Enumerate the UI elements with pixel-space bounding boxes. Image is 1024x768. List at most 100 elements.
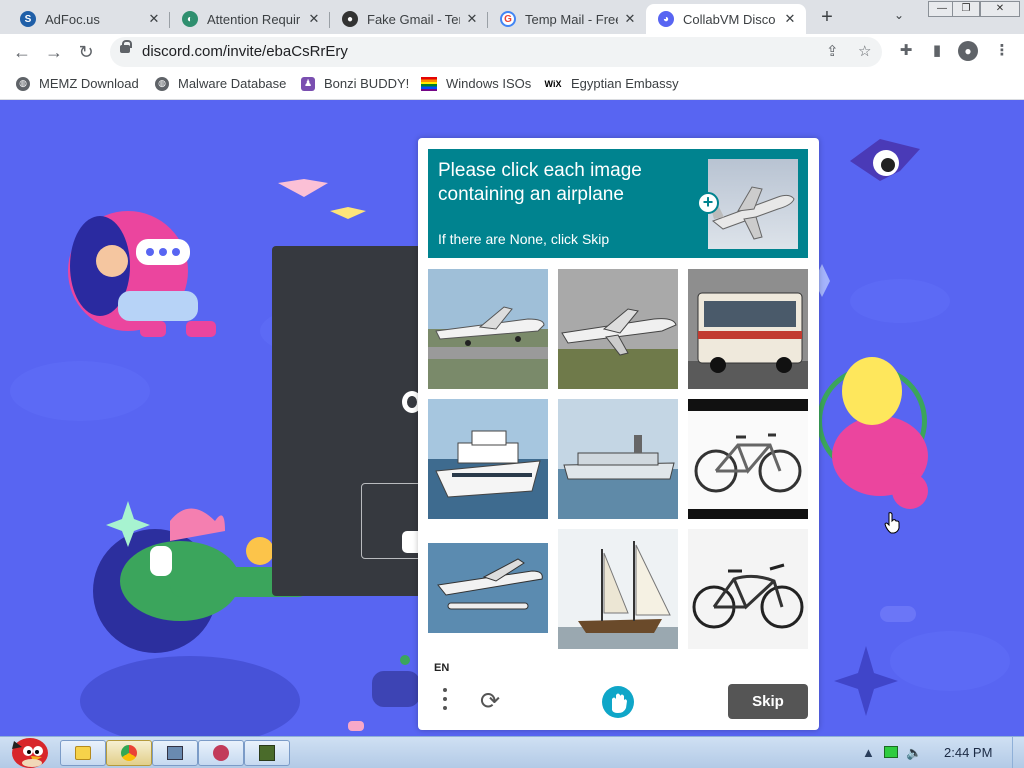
image-tile-bicycle[interactable] <box>688 529 808 649</box>
tab-title: AdFoc.us <box>45 11 100 27</box>
tab-title: Temp Mail - Free <box>525 11 618 27</box>
ferry-photo <box>558 399 678 519</box>
tab-attention[interactable]: ◐ Attention Requir ✕ <box>170 4 330 34</box>
reload-button[interactable]: ↻ <box>74 40 98 64</box>
cloud-shape <box>880 606 916 622</box>
tab-search-button[interactable]: ⌄ <box>894 8 904 22</box>
monitor-icon <box>167 746 183 760</box>
bonzi-icon: ♟ <box>301 76 315 91</box>
yellow-character <box>842 357 902 425</box>
bookmark-egyptian-embassy[interactable]: WiX Egyptian Embassy <box>544 76 679 91</box>
lock-icon <box>120 40 132 53</box>
bookmark-label: Malware Database <box>178 76 287 91</box>
image-tile-airplane[interactable] <box>428 269 548 389</box>
url-text: discord.com/invite/ebaCsRrEry <box>142 43 348 60</box>
more-menu-icon[interactable]: ⋮ <box>992 41 1012 61</box>
image-tile-seaplane[interactable] <box>428 529 548 649</box>
seaplane-photo <box>428 529 548 649</box>
zoom-plus-icon[interactable]: + <box>697 192 719 214</box>
tab-collabvm-discord[interactable]: ◕ CollabVM Disco ✕ <box>646 4 806 34</box>
chat-dot <box>159 248 167 256</box>
headphones-shape <box>150 546 172 576</box>
google-icon: G <box>500 11 516 27</box>
bookmark-windows-isos[interactable]: Windows ISOs <box>421 76 531 91</box>
tab-fake-gmail[interactable]: ● Fake Gmail - Ter ✕ <box>330 4 488 34</box>
back-button[interactable]: ← <box>10 40 34 64</box>
character-legs <box>118 291 198 321</box>
close-icon[interactable]: ✕ <box>464 11 480 27</box>
taskbar-vm-button[interactable] <box>152 740 198 766</box>
tab-strip: S AdFoc.us ✕ ◐ Attention Requir ✕ ● Fake… <box>0 0 1024 34</box>
star-shape <box>834 646 898 716</box>
image-tile-boat[interactable] <box>428 399 548 519</box>
share-icon[interactable]: ⇪ <box>826 42 839 60</box>
bat-pupil <box>881 158 895 172</box>
menu-dots-icon[interactable] <box>440 688 450 714</box>
window-close-button[interactable]: ✕ <box>980 1 1020 17</box>
close-icon[interactable]: ✕ <box>782 11 798 27</box>
yellow-duck-shape <box>246 537 274 565</box>
taskbar-clock[interactable]: 2:44 PM <box>944 745 992 760</box>
skip-button[interactable]: Skip <box>728 684 808 719</box>
maximize-button[interactable]: ❐ <box>952 1 980 17</box>
cloudflare-icon: ◐ <box>182 11 198 27</box>
show-desktop-button[interactable] <box>1012 737 1024 768</box>
side-panel-icon[interactable]: ▮ <box>927 41 947 61</box>
taskbar-app-button[interactable] <box>198 740 244 766</box>
tab-temp-mail[interactable]: G Temp Mail - Free ✕ <box>488 4 646 34</box>
bicycle-photo <box>688 529 808 649</box>
tray-expand-icon[interactable]: ▲ <box>862 745 875 760</box>
adfocus-icon: S <box>20 11 36 27</box>
volume-icon[interactable]: 🔈 <box>906 745 922 761</box>
bookmark-star-icon[interactable]: ☆ <box>858 42 871 60</box>
browser-toolbar: ← → ↻ discord.com/invite/ebaCsRrEry ⇪ ☆ … <box>0 34 1024 70</box>
bookmark-memz[interactable]: ◍ MEMZ Download <box>16 76 139 91</box>
close-icon[interactable]: ✕ <box>306 11 322 27</box>
image-tile-boat[interactable] <box>558 399 678 519</box>
profile-avatar-icon[interactable]: ● <box>958 41 978 61</box>
cloud-shape <box>10 361 150 421</box>
challenge-subtext: If there are None, click Skip <box>438 231 610 247</box>
address-bar[interactable]: discord.com/invite/ebaCsRrEry ⇪ ☆ <box>110 37 882 67</box>
network-icon[interactable] <box>884 746 898 758</box>
bookmark-label: Egyptian Embassy <box>571 76 679 91</box>
close-icon[interactable]: ✕ <box>622 11 638 27</box>
start-button[interactable] <box>4 731 50 768</box>
app-icon <box>213 745 229 761</box>
screen: { "browser": { "tabs": [ {"title": "AdFo… <box>0 0 1024 768</box>
forward-button[interactable]: → <box>42 40 66 64</box>
airplane-sample-illustration <box>710 186 795 240</box>
angry-bird-start-icon <box>12 738 48 768</box>
image-tile-bus[interactable] <box>688 269 808 389</box>
bookmark-malware-db[interactable]: ◍ Malware Database <box>155 76 286 91</box>
tab-adfocus[interactable]: S AdFoc.us ✕ <box>8 4 170 34</box>
windows-taskbar: ▲ 🔈 2:44 PM <box>0 736 1024 768</box>
bookmark-bonzi[interactable]: ♟ Bonzi BUDDY! <box>301 76 409 91</box>
new-tab-button[interactable]: + <box>816 6 838 28</box>
bookmark-label: MEMZ Download <box>39 76 139 91</box>
hcaptcha-challenge: Please click each image containing an ai… <box>418 138 819 730</box>
image-tile-bicycle[interactable] <box>688 399 808 519</box>
bookmark-label: Windows ISOs <box>446 76 532 91</box>
invite-card <box>272 246 441 596</box>
chrome-icon <box>121 745 137 761</box>
image-tile-airplane[interactable] <box>558 269 678 389</box>
yacht-photo <box>428 399 548 519</box>
discord-icon: ◕ <box>658 11 674 27</box>
cloud-shape <box>80 656 300 736</box>
image-tile-sailboat[interactable] <box>558 529 678 649</box>
taskbar-explorer-button[interactable] <box>60 740 106 766</box>
spy-icon: ● <box>342 11 358 27</box>
language-selector[interactable]: EN <box>434 662 449 674</box>
taskbar-minecraft-button[interactable] <box>244 740 290 766</box>
extensions-icon[interactable]: ✚ <box>896 41 916 61</box>
bookmarks-bar: ◍ MEMZ Download ◍ Malware Database ♟ Bon… <box>0 70 1024 100</box>
hcaptcha-logo-icon[interactable] <box>602 686 634 718</box>
challenge-header: Please click each image containing an ai… <box>428 149 808 258</box>
taskbar-chrome-button[interactable] <box>106 740 152 766</box>
sample-image[interactable] <box>708 159 798 249</box>
refresh-challenge-icon[interactable]: ⟳ <box>476 688 504 716</box>
close-icon[interactable]: ✕ <box>146 11 162 27</box>
challenge-prompt: Please click each image containing an ai… <box>438 160 642 205</box>
tab-title: Attention Requir <box>207 11 301 27</box>
